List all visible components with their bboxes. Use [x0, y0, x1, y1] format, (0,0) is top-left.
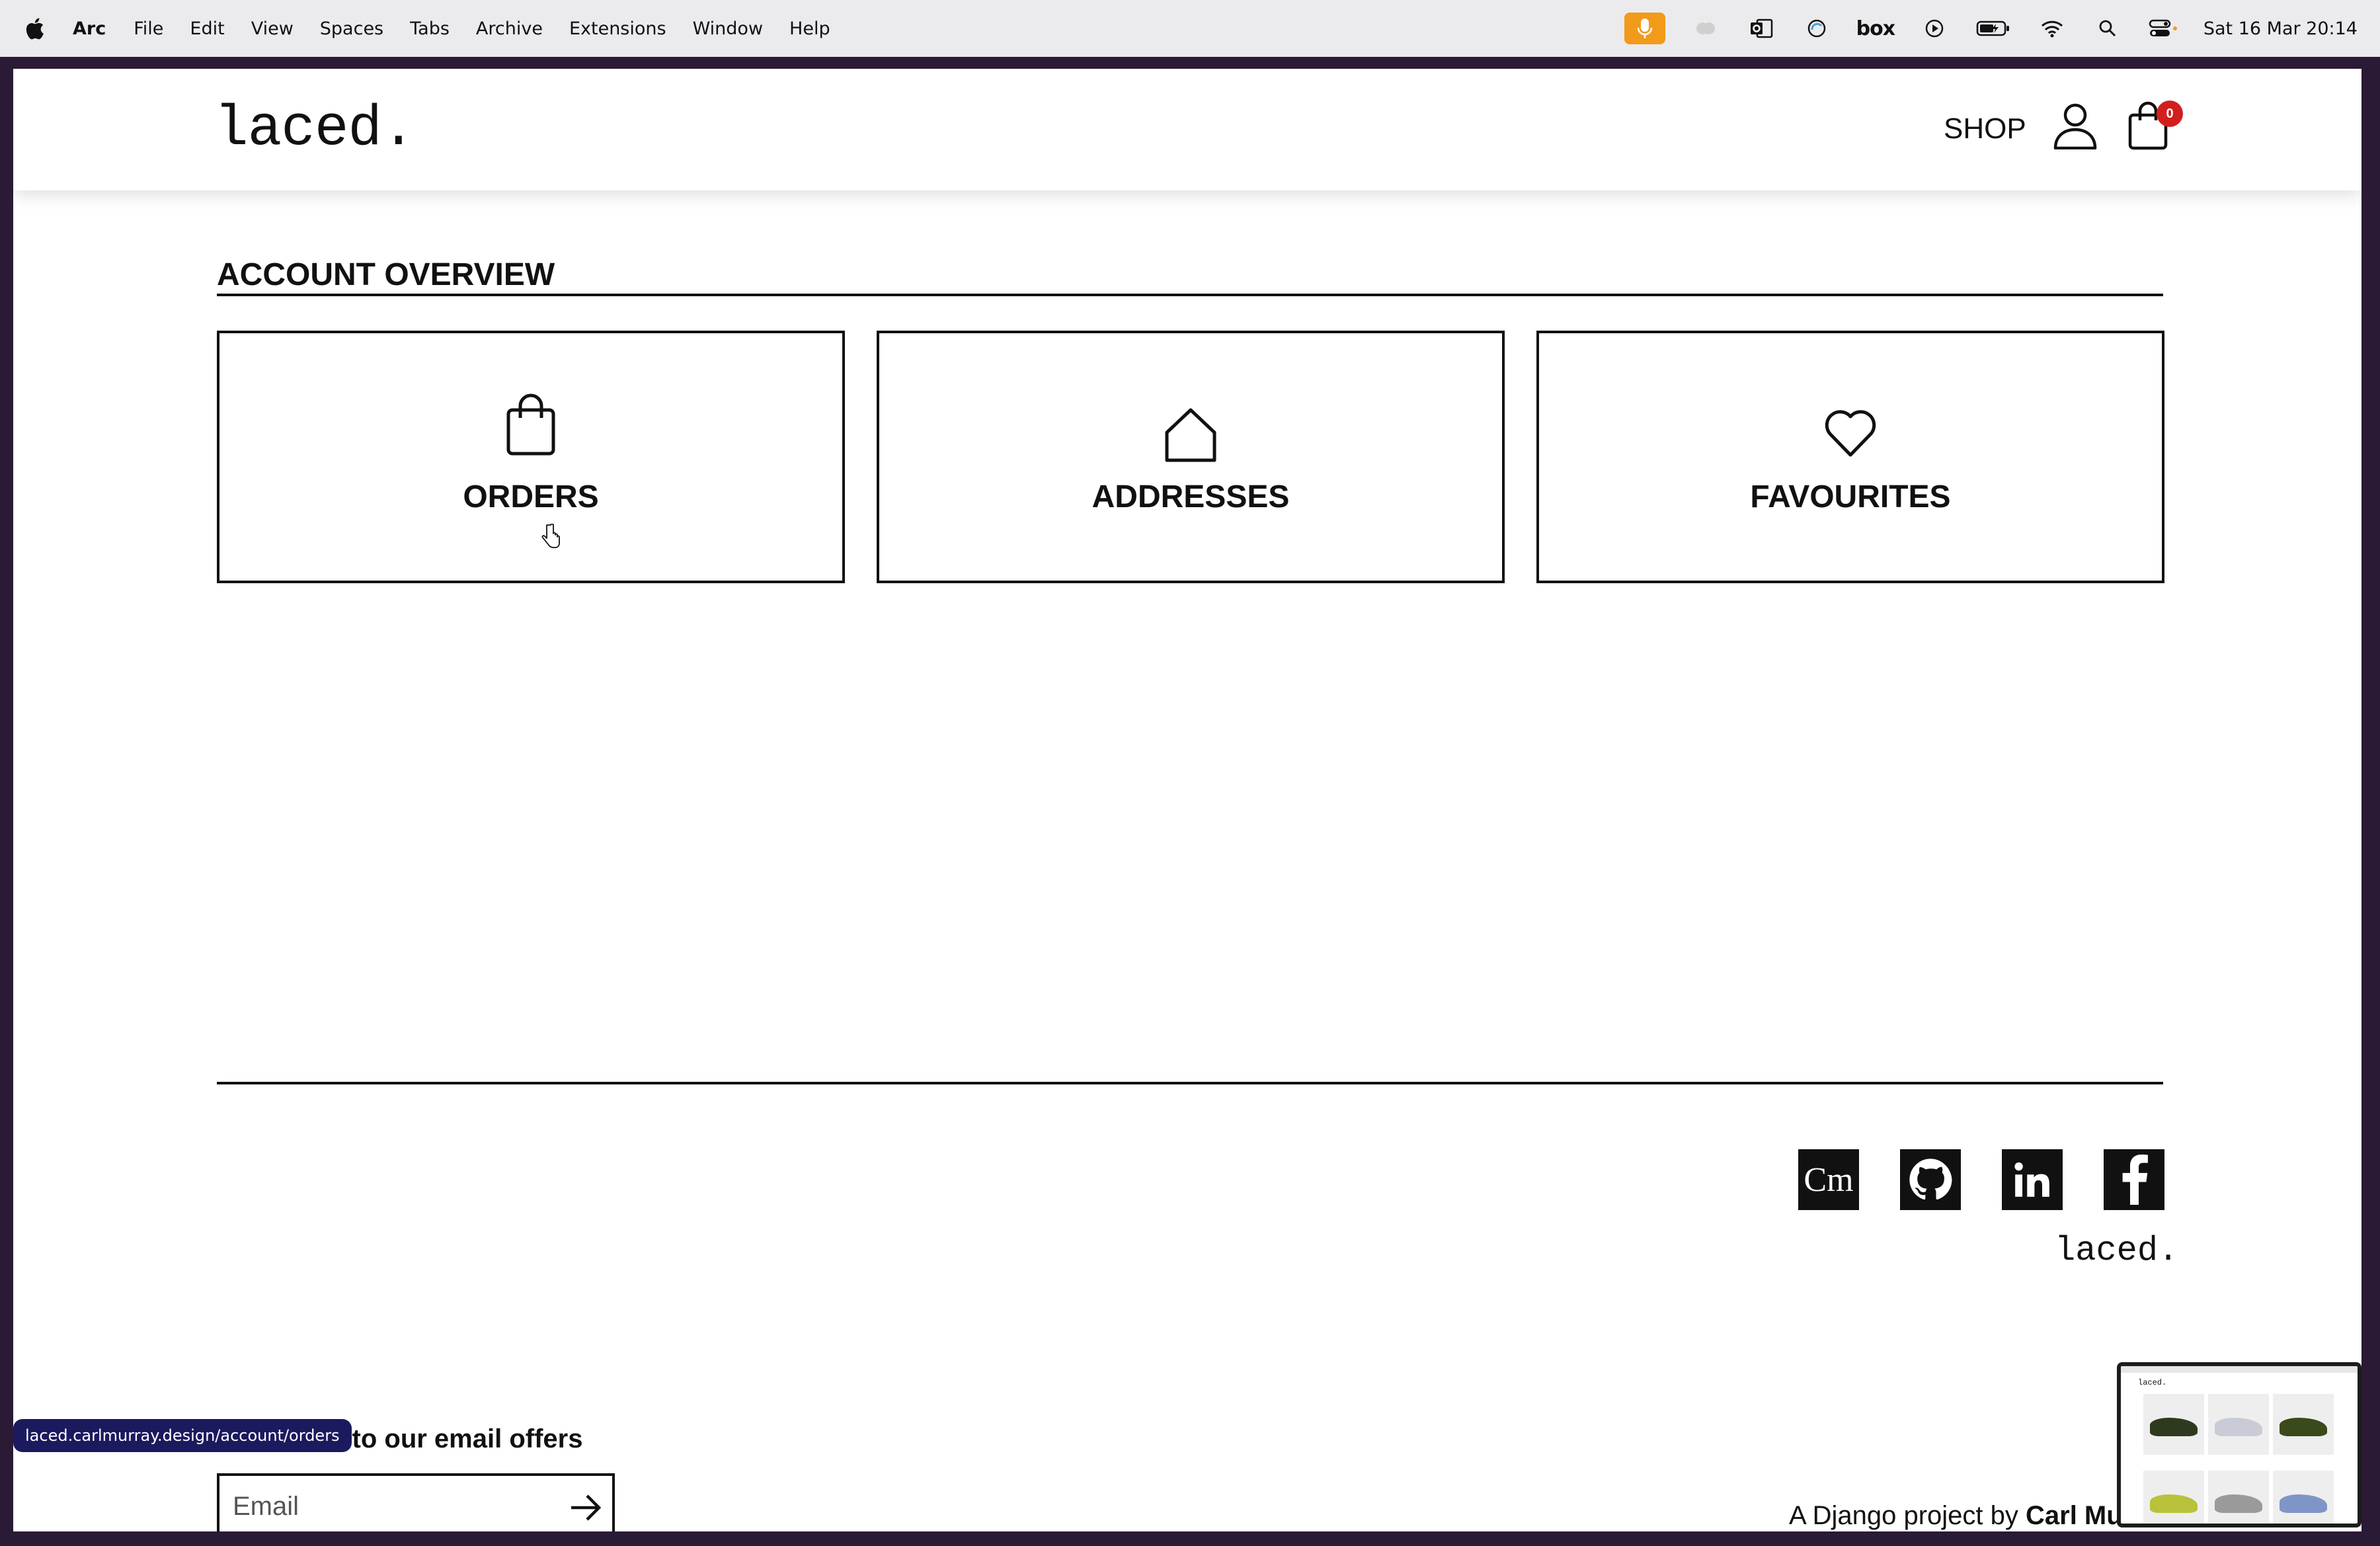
orders-card-label: ORDERS [463, 479, 599, 514]
footer-divider [217, 1082, 2163, 1084]
facebook-icon [2122, 1155, 2148, 1205]
menu-window[interactable]: Window [693, 19, 763, 39]
menu-view[interactable]: View [251, 19, 294, 39]
cloud-icon[interactable] [1690, 15, 1721, 42]
footer-credit: A Django project by Carl Mu [1789, 1501, 2123, 1531]
control-center-icon[interactable] [2148, 15, 2178, 42]
preview-logo: laced. [2138, 1378, 2167, 1387]
favourites-card-label: FAVOURITES [1750, 479, 1951, 514]
wifi-icon[interactable] [2037, 15, 2067, 42]
apple-icon[interactable] [22, 15, 49, 42]
github-link[interactable] [1900, 1149, 1961, 1210]
account-icon[interactable] [2052, 102, 2098, 149]
menubar-clock[interactable]: Sat 16 Mar 20:14 [2203, 19, 2358, 39]
tab-preview-thumbnail[interactable]: laced. [2117, 1362, 2361, 1527]
orders-card[interactable]: ORDERS [217, 331, 845, 583]
menu-file[interactable]: File [134, 19, 163, 39]
menu-edit[interactable]: Edit [190, 19, 224, 39]
box-icon[interactable]: box [1856, 15, 1895, 42]
carl-murray-link[interactable]: Cm [1798, 1149, 1859, 1210]
addresses-card[interactable]: ADDRESSES [877, 331, 1505, 583]
shopping-bag-icon [506, 393, 555, 456]
preview-product-tile [2143, 1471, 2204, 1524]
linkedin-icon [2014, 1162, 2049, 1197]
preview-product-tile [2208, 1394, 2269, 1455]
email-input[interactable] [233, 1485, 550, 1527]
arrow-right-icon[interactable] [567, 1489, 604, 1526]
menu-app-name[interactable]: Arc [73, 19, 106, 39]
menu-help[interactable]: Help [789, 19, 830, 39]
status-url-bar: laced.carlmurray.design/account/orders [13, 1419, 352, 1452]
sync-icon[interactable] [1802, 15, 1832, 42]
menu-spaces[interactable]: Spaces [320, 19, 383, 39]
preview-toolbar [2121, 1366, 2358, 1373]
menu-archive[interactable]: Archive [476, 19, 543, 39]
addresses-card-label: ADDRESSES [1091, 479, 1290, 514]
subscribe-form [217, 1473, 615, 1531]
menu-extensions[interactable]: Extensions [569, 19, 666, 39]
microphone-icon[interactable] [1624, 13, 1665, 44]
nav-shop-link[interactable]: SHOP [1944, 112, 2026, 145]
hand-cursor-icon [541, 524, 560, 548]
credit-prefix: A Django project by [1789, 1501, 2026, 1530]
outlook-icon[interactable] [1746, 15, 1776, 42]
page-title: ACCOUNT OVERVIEW [217, 257, 555, 292]
preview-product-tile [2273, 1471, 2334, 1524]
site-logo[interactable]: laced. [214, 97, 416, 161]
preview-product-tile [2273, 1394, 2334, 1455]
facebook-link[interactable] [2104, 1149, 2164, 1210]
heart-icon [1825, 410, 1876, 457]
preview-product-tile [2143, 1394, 2204, 1455]
cm-logo: Cm [1804, 1160, 1854, 1199]
linkedin-link[interactable] [2002, 1149, 2063, 1210]
site-header: laced. SHOP 0 [13, 69, 2361, 190]
github-icon [1909, 1159, 1952, 1200]
spotlight-search-icon[interactable] [2092, 15, 2123, 42]
footer-logo[interactable]: laced. [2055, 1231, 2178, 1270]
status-tray: box Sat 16 Mar 20:14 [1624, 0, 2358, 57]
battery-icon[interactable] [1975, 15, 2012, 42]
menu-bar: Arc File Edit View Spaces Tabs Archive E… [0, 0, 2380, 57]
menu-tabs[interactable]: Tabs [410, 19, 450, 39]
favourites-card[interactable]: FAVOURITES [1536, 331, 2164, 583]
browser-window: laced. SHOP 0 ACCOUNT OVERVIEW ORDERS AD… [13, 69, 2361, 1531]
cart-count-badge: 0 [2157, 101, 2183, 127]
play-icon[interactable] [1919, 15, 1950, 42]
author-link[interactable]: Carl Mu [2026, 1501, 2123, 1530]
title-divider [217, 294, 2163, 296]
house-icon [1165, 408, 1216, 462]
preview-product-tile [2208, 1471, 2269, 1524]
